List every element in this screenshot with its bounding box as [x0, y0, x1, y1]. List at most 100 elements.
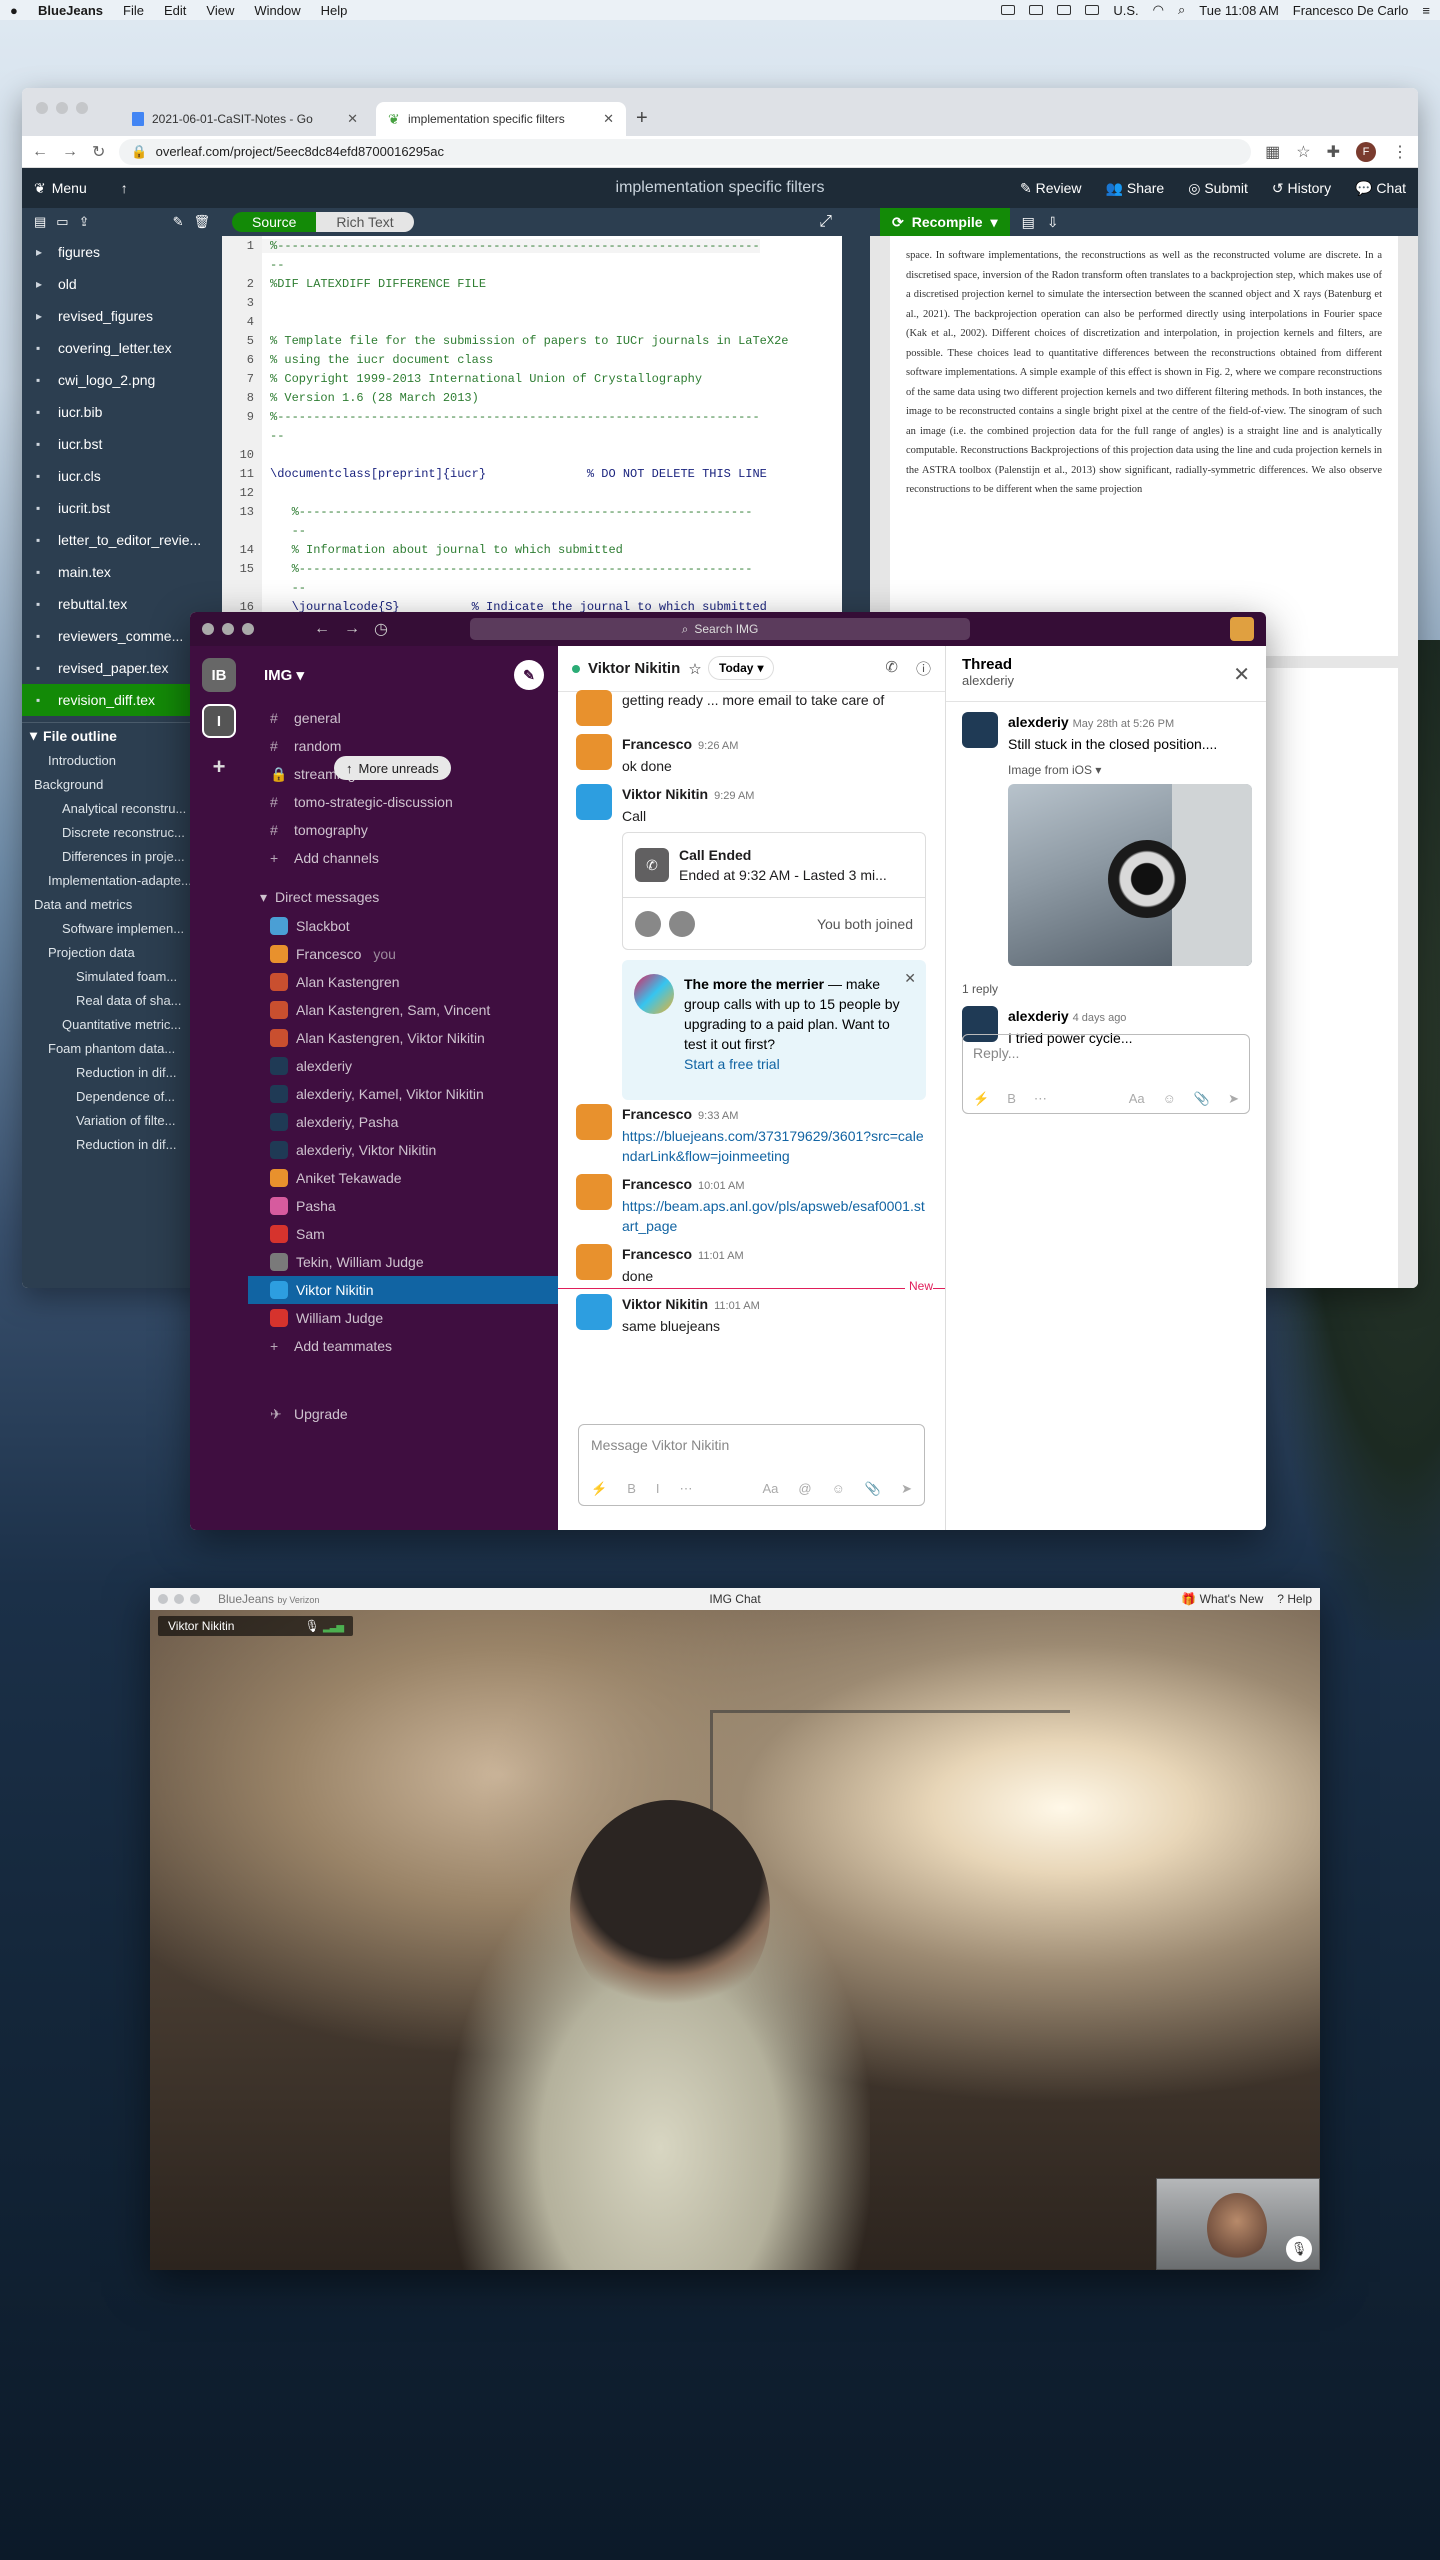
dm-item[interactable]: William Judge [248, 1304, 558, 1332]
message-author[interactable]: Francesco [622, 1176, 692, 1192]
compose-icon[interactable]: ✎ [514, 660, 544, 690]
bookmark-star-icon[interactable]: ☆ [1296, 142, 1310, 162]
channel-item[interactable]: # tomography [248, 816, 558, 844]
dm-item[interactable]: Tekin, William Judge [248, 1248, 558, 1276]
add-workspace-button[interactable]: + [202, 750, 236, 784]
home-arrow-icon[interactable]: ↑ [121, 180, 128, 196]
attached-photo[interactable] [1008, 784, 1252, 966]
star-icon[interactable]: ☆ [688, 660, 701, 678]
add-channels-button[interactable]: + Add channels [248, 844, 558, 872]
dm-item[interactable]: Aniket Tekawade [248, 1164, 558, 1192]
mention-icon[interactable]: @ [798, 1481, 811, 1497]
code-line[interactable]: 5 % Template file for the submission of p… [222, 331, 842, 350]
dm-item[interactable]: alexderiy [248, 1052, 558, 1080]
message-time[interactable]: 9:29 AM [714, 790, 754, 802]
call-card[interactable]: ✆ Call Ended Ended at 9:32 AM - Lasted 3 m… [622, 832, 926, 950]
file-item[interactable]: ▸ revised_figures [22, 300, 222, 332]
code-line[interactable]: 10 [222, 445, 842, 464]
wifi-icon[interactable]: ◠ [1153, 2, 1164, 18]
dm-item[interactable]: Alan Kastengren, Viktor Nikitin [248, 1024, 558, 1052]
share-button[interactable]: 👥 Share [1106, 180, 1165, 197]
message-time[interactable]: May 28th at 5:26 PM [1073, 718, 1175, 730]
code-line[interactable]: 9 %--------------------------------------… [222, 407, 842, 426]
file-item[interactable]: ▪ main.tex [22, 556, 222, 588]
shortcuts-icon[interactable]: ⚡ [591, 1481, 607, 1497]
shortcuts-icon[interactable]: ⚡ [973, 1091, 989, 1107]
message-time[interactable]: 9:33 AM [698, 1110, 738, 1122]
info-icon[interactable]: ⓘ [916, 658, 931, 679]
chat-button[interactable]: 💬 Chat [1355, 180, 1406, 197]
new-tab-button[interactable]: + [636, 107, 648, 130]
code-line[interactable]: 11 \documentclass[preprint]{iucr} % DO NO… [222, 464, 842, 483]
attach-icon[interactable]: 📎 [865, 1481, 881, 1497]
back-icon[interactable]: ← [32, 143, 48, 161]
overleaf-menu-button[interactable]: ❦ Menu [34, 180, 87, 197]
apple-menu-icon[interactable]: ● [10, 3, 24, 18]
free-trial-link[interactable]: Start a free trial [684, 1056, 780, 1072]
message-time[interactable]: 10:01 AM [698, 1180, 744, 1192]
dm-item[interactable]: Viktor Nikitin [248, 1276, 558, 1304]
avatar[interactable] [576, 1174, 612, 1210]
code-line[interactable]: -- [222, 255, 842, 274]
code-line[interactable]: 4 [222, 312, 842, 331]
add-teammates-button[interactable]: + Add teammates [248, 1332, 558, 1360]
minimize-window-button[interactable] [56, 102, 68, 114]
more-format-icon[interactable]: ⋯ [1034, 1091, 1047, 1107]
menu-app-name[interactable]: BlueJeans [38, 3, 103, 18]
attach-icon[interactable]: 📎 [1194, 1091, 1210, 1107]
history-button[interactable]: ↺ History [1272, 180, 1331, 197]
history-icon[interactable]: ◷ [374, 619, 388, 639]
menu-file[interactable]: File [123, 3, 144, 18]
zoom-window-button[interactable] [190, 1594, 200, 1604]
user-avatar[interactable] [1230, 617, 1254, 641]
cloud-icon[interactable] [1085, 5, 1100, 15]
new-file-icon[interactable]: ▤ [34, 214, 46, 230]
file-item[interactable]: ▪ iucr.bib [22, 396, 222, 428]
avatar[interactable] [576, 690, 612, 726]
send-icon[interactable]: ➤ [901, 1481, 912, 1497]
workspace-name[interactable]: IMG ▾ ✎ [248, 646, 558, 704]
dm-item[interactable]: alexderiy, Kamel, Viktor Nikitin [248, 1080, 558, 1108]
browser-tab-notes[interactable]: 2021-06-01-CaSIT-Notes - Go ✕ [120, 102, 370, 136]
forward-icon[interactable]: → [62, 143, 78, 161]
dm-item[interactable]: Slackbot [248, 912, 558, 940]
code-line[interactable]: 15 %------------------------------------… [222, 559, 842, 578]
workspace-img[interactable]: I [202, 704, 236, 738]
message-author[interactable]: alexderiy [1008, 714, 1069, 730]
message-time[interactable]: 4 days ago [1073, 1012, 1127, 1024]
code-line[interactable]: 2 %DIF LATEXDIFF DIFFERENCE FILE [222, 274, 842, 293]
dm-item[interactable]: Alan Kastengren [248, 968, 558, 996]
avatar[interactable] [576, 1244, 612, 1280]
format-icon[interactable]: Aa [1129, 1091, 1145, 1107]
file-item[interactable]: ▸ figures [22, 236, 222, 268]
code-line[interactable]: 6 % using the iucr document class [222, 350, 842, 369]
code-line[interactable]: -- [222, 578, 842, 597]
search-icon[interactable]: ⌕ [1178, 2, 1185, 18]
zoom-window-button[interactable] [242, 623, 254, 635]
expand-icon[interactable]: ⤢ [819, 213, 832, 231]
message-link[interactable]: https://bluejeans.com/373179629/3601?src… [622, 1128, 924, 1164]
message-author[interactable]: Viktor Nikitin [622, 1296, 708, 1312]
review-button[interactable]: ✎ Review [1020, 180, 1082, 197]
message-link[interactable]: https://beam.aps.anl.gov/pls/apsweb/esaf… [622, 1198, 925, 1234]
code-line[interactable]: 1 %--------------------------------------… [222, 236, 842, 255]
code-line[interactable]: -- [222, 521, 842, 540]
close-promo-icon[interactable]: ✕ [904, 968, 916, 988]
status-icon-3[interactable] [1057, 5, 1072, 15]
message-time[interactable]: 9:26 AM [698, 740, 738, 752]
avatar[interactable] [576, 734, 612, 770]
emoji-icon[interactable]: ☺ [1163, 1091, 1176, 1107]
avatar[interactable] [962, 712, 998, 748]
url-field[interactable]: 🔒 overleaf.com/project/5eec8dc84efd87000… [119, 138, 1252, 165]
delete-icon[interactable]: 🗑 [193, 214, 210, 230]
download-pdf-icon[interactable]: ⇩ [1047, 214, 1059, 231]
menu-view[interactable]: View [206, 3, 234, 18]
forward-icon[interactable]: → [344, 620, 360, 638]
recompile-button[interactable]: ⟳ Recompile ▾ [880, 208, 1010, 236]
code-line[interactable]: 3 [222, 293, 842, 312]
browser-tab-overleaf[interactable]: ❦ implementation specific filters ✕ [376, 102, 626, 136]
file-item[interactable]: ▪ letter_to_editor_revie... [22, 524, 222, 556]
code-line[interactable]: 14 % Information about journal to which … [222, 540, 842, 559]
rename-icon[interactable]: ✎ [173, 214, 184, 230]
format-icon[interactable]: Aa [763, 1481, 779, 1497]
